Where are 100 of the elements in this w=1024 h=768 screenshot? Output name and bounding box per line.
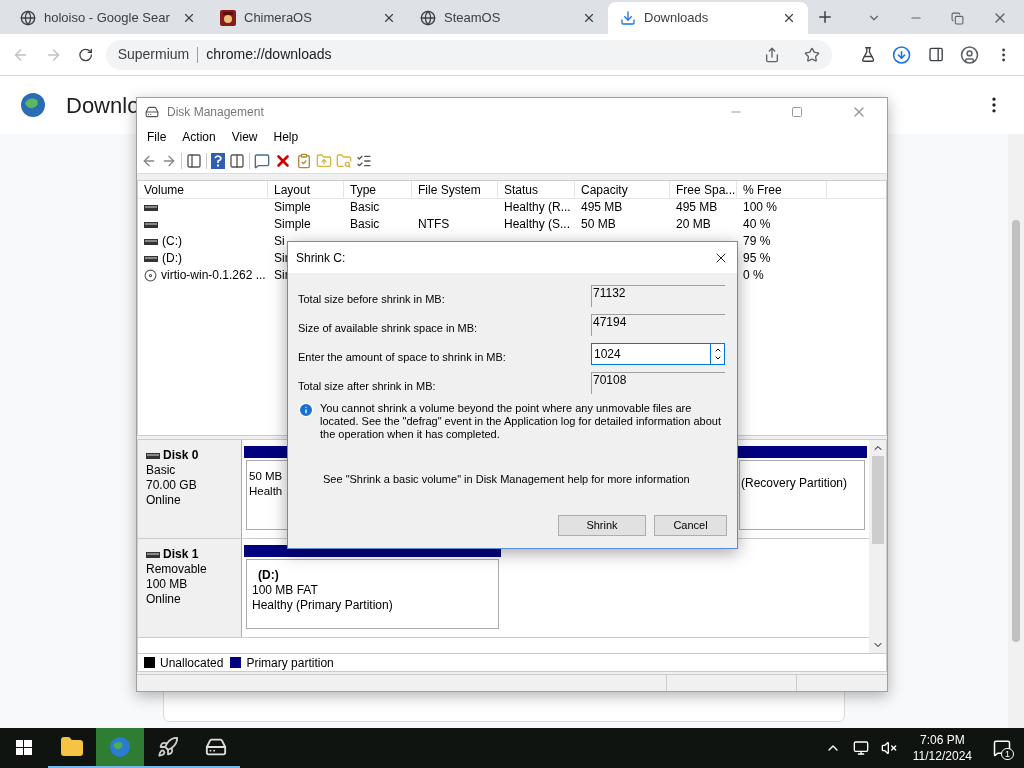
partition-info: Health — [249, 484, 283, 499]
column-header[interactable]: Layout — [268, 181, 344, 198]
field-label: Enter the amount of space to shrink in MB: — [298, 349, 507, 365]
table-cell: Basic — [350, 199, 380, 216]
table-cell: (C:) — [162, 233, 182, 250]
scroll-thumb[interactable] — [871, 456, 884, 544]
partition-box[interactable]: (Recovery Partition) — [739, 460, 865, 530]
table-cell: Simple — [274, 216, 311, 233]
disk-name: Disk 0 — [163, 448, 199, 463]
increment-icon[interactable] — [713, 346, 722, 354]
column-header[interactable]: % Free — [737, 181, 827, 198]
table-cell: 79 % — [743, 233, 771, 250]
disk-type: Basic — [146, 463, 177, 478]
volume-icon[interactable] — [880, 740, 897, 756]
drive-icon — [146, 551, 160, 558]
table-cell: Basic — [350, 216, 380, 233]
address-bar[interactable]: Supermium chrome://downloads — [105, 39, 833, 70]
disk-status: Online — [146, 592, 182, 607]
scroll-thumb[interactable] — [1012, 220, 1020, 642]
partition-info: (Recovery Partition) — [741, 476, 848, 491]
help-icon[interactable] — [211, 152, 225, 169]
field-label: Total size after shrink in MB: — [298, 378, 437, 394]
drive-icon — [144, 204, 158, 211]
drive-icon — [144, 221, 158, 228]
column-header[interactable]: Type — [344, 181, 412, 198]
download-icon[interactable] — [892, 44, 912, 65]
value-field: 47194 — [591, 314, 725, 336]
disk-size: 70.00 GB — [146, 478, 198, 493]
table-cell: 50 MB — [581, 216, 616, 233]
amount-field[interactable]: 1024 — [591, 343, 711, 365]
menu-item[interactable]: View — [223, 128, 266, 146]
table-cell: 20 MB — [676, 216, 711, 233]
reload-icon[interactable] — [78, 46, 94, 63]
table-cell: Healthy (R... — [504, 199, 571, 216]
table-cell: (D:) — [162, 250, 182, 267]
restore-icon[interactable] — [951, 11, 964, 25]
connect-icon[interactable] — [254, 152, 270, 169]
column-header[interactable]: Volume — [138, 181, 268, 198]
clock-date[interactable]: 11/12/2024 — [912, 748, 972, 764]
close-icon[interactable] — [182, 11, 196, 25]
clock-time[interactable]: 7:06 PM — [920, 732, 965, 748]
close-icon[interactable] — [582, 11, 596, 25]
folder-icon[interactable] — [60, 735, 84, 759]
value-field: 70108 — [591, 372, 725, 394]
drive-icon — [144, 255, 158, 262]
column-header[interactable]: Free Spa... — [670, 181, 737, 198]
disk-name: Disk 1 — [163, 547, 199, 562]
browser-tab[interactable]: Downloads — [608, 2, 808, 34]
new-tab-icon[interactable] — [816, 8, 834, 26]
logo-icon — [220, 10, 236, 26]
disk-label-panel[interactable]: Disk 1 Removable 100 MB Online — [138, 539, 242, 637]
info-icon — [298, 402, 314, 418]
disk-label-panel[interactable]: Disk 0 Basic 70.00 GB Online — [138, 440, 242, 538]
table-cell: 495 MB — [581, 199, 623, 216]
drive-icon — [144, 238, 158, 245]
window-title: Disk Management — [167, 104, 265, 121]
menu-item[interactable]: File — [145, 128, 175, 146]
legend-label: Primary partition — [246, 654, 334, 672]
share-icon[interactable] — [764, 46, 781, 63]
table-cell: Simple — [274, 199, 311, 216]
flask-icon[interactable] — [860, 46, 877, 63]
close-icon[interactable] — [782, 11, 796, 25]
decrement-icon[interactable] — [713, 354, 722, 362]
panel-icon[interactable] — [229, 152, 245, 169]
profile-icon[interactable] — [959, 44, 979, 65]
field-label: Size of available shrink space in MB: — [298, 320, 479, 336]
column-header[interactable]: Status — [498, 181, 575, 198]
table-cell: 95 % — [743, 250, 771, 267]
browser-tab[interactable]: holoiso - Google Sear — [8, 2, 208, 34]
globe-icon — [420, 10, 436, 26]
rocket-icon[interactable] — [157, 736, 179, 758]
download-icon — [620, 10, 636, 26]
partition-box[interactable]: (D:) 100 MB FAT Healthy (Primary Partition) — [246, 559, 499, 629]
table-cell: virtio-win-0.1.262 ... — [161, 267, 266, 284]
partition-info: 100 MB FAT — [252, 583, 318, 598]
browser-tab[interactable]: SteamOS — [408, 2, 608, 34]
side-panel-icon[interactable] — [927, 46, 944, 63]
network-icon[interactable] — [852, 740, 869, 756]
legend-label: Unallocated — [160, 654, 224, 672]
disc-icon — [144, 269, 157, 282]
column-header[interactable]: File System — [412, 181, 498, 198]
disk-status: Online — [146, 493, 182, 508]
console-tree-icon[interactable] — [186, 152, 202, 169]
check-icon[interactable] — [296, 152, 312, 169]
drive-icon — [146, 452, 160, 459]
close-icon[interactable] — [382, 11, 396, 25]
notification-count: 1 — [1001, 748, 1014, 760]
help-text: See "Shrink a basic volume" in Disk Management help for more information — [322, 472, 691, 487]
dialog-button[interactable]: Shrink — [558, 515, 646, 536]
maximize-icon[interactable] — [791, 106, 803, 118]
column-header[interactable]: Capacity — [575, 181, 670, 198]
menu-item[interactable]: Help — [265, 128, 307, 146]
dialog-title: Shrink C: — [296, 249, 347, 267]
browser-tab[interactable]: ChimeraOS — [208, 2, 408, 34]
disk-size: 100 MB — [146, 577, 189, 592]
bookmark-icon[interactable] — [804, 46, 821, 63]
spin-buttons[interactable] — [711, 343, 725, 365]
notification-icon[interactable] — [993, 739, 1011, 757]
dialog-button[interactable]: Cancel — [654, 515, 727, 536]
menu-item[interactable]: Action — [174, 128, 224, 146]
